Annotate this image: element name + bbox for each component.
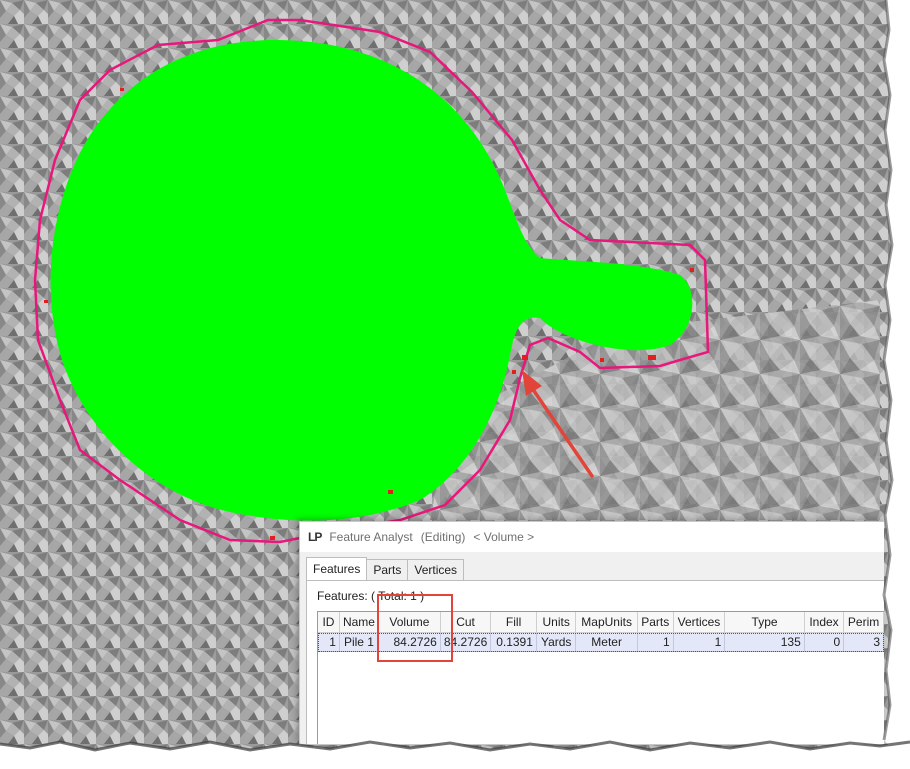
editing-status: (Editing) [420, 530, 466, 544]
column-header-type[interactable]: Type [724, 612, 805, 633]
cell-index[interactable]: 0 [804, 632, 845, 652]
cell-parts[interactable]: 1 [637, 632, 674, 652]
cell-perim[interactable]: 3 [843, 632, 884, 652]
cell-fill[interactable]: 0.1391 [490, 632, 537, 652]
table-row[interactable]: 1 Pile 1 84.2726 84.2726 0.1391 Yards Me… [318, 632, 884, 652]
layer-name: < Volume > [473, 530, 535, 544]
cell-units[interactable]: Yards [536, 632, 577, 652]
column-header-perim[interactable]: Perim [843, 612, 884, 633]
features-total-label: Features: ( Total: 1 ) [317, 589, 425, 603]
cell-type[interactable]: 135 [724, 632, 805, 652]
column-header-parts[interactable]: Parts [637, 612, 674, 633]
cell-volume[interactable]: 84.2726 [378, 632, 441, 652]
column-header-cut[interactable]: Cut [440, 612, 492, 633]
column-header-volume[interactable]: Volume [378, 612, 441, 633]
column-header-id[interactable]: ID [318, 612, 340, 633]
window-title: Feature Analyst [329, 530, 413, 544]
table-header-row: ID Name Volume Cut Fill Units MapUnits P… [318, 612, 884, 633]
cell-id[interactable]: 1 [318, 632, 340, 652]
tab-parts[interactable]: Parts [366, 559, 409, 580]
column-header-name[interactable]: Name [339, 612, 379, 633]
column-header-mapunits[interactable]: MapUnits [575, 612, 638, 633]
cell-vertices[interactable]: 1 [673, 632, 726, 652]
window-titlebar[interactable]: LP Feature Analyst (Editing) < Volume > [300, 522, 884, 552]
features-table[interactable]: ID Name Volume Cut Fill Units MapUnits P… [317, 611, 884, 744]
column-header-vertices[interactable]: Vertices [673, 612, 726, 633]
column-header-index[interactable]: Index [804, 612, 845, 633]
features-panel: Features: ( Total: 1 ) ID Name Volume Cu… [306, 580, 884, 744]
column-header-units[interactable]: Units [536, 612, 577, 633]
cell-cut[interactable]: 84.2726 [440, 632, 492, 652]
torn-edge-right [882, 0, 910, 769]
column-header-fill[interactable]: Fill [490, 612, 537, 633]
cell-mapunits[interactable]: Meter [575, 632, 638, 652]
tab-features[interactable]: Features [306, 557, 368, 580]
cell-name[interactable]: Pile 1 [339, 632, 379, 652]
app-logo: LP [308, 530, 322, 544]
tab-vertices[interactable]: Vertices [407, 559, 465, 580]
torn-edge-bottom [0, 740, 910, 769]
feature-analyst-window[interactable]: LP Feature Analyst (Editing) < Volume > … [299, 521, 884, 745]
tab-strip: Features Parts Vertices [306, 557, 465, 580]
